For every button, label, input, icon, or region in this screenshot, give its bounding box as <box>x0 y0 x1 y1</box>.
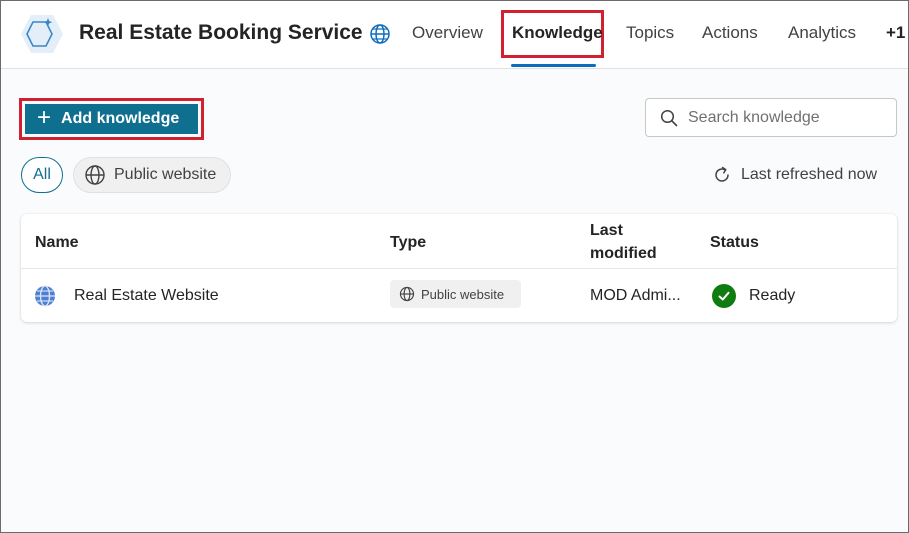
tab-knowledge[interactable]: Knowledge <box>512 23 603 43</box>
filter-all[interactable]: All <box>21 157 63 193</box>
column-header-modified-line1: Last <box>590 222 623 239</box>
tab-overview[interactable]: Overview <box>412 23 483 43</box>
globe-icon <box>85 165 105 185</box>
tab-overflow[interactable]: +1 <box>886 23 905 43</box>
add-knowledge-button[interactable]: + Add knowledge <box>25 104 198 134</box>
globe-icon <box>35 285 55 307</box>
filter-all-label: All <box>33 166 51 183</box>
refresh-label: Last refreshed now <box>741 166 878 183</box>
search-box[interactable] <box>645 98 897 137</box>
column-header-modified[interactable]: Last modified <box>590 219 657 265</box>
refresh-icon <box>715 166 729 182</box>
row-name[interactable]: Real Estate Website <box>74 287 219 305</box>
tab-topics[interactable]: Topics <box>626 23 674 43</box>
add-knowledge-label: Add knowledge <box>61 110 180 127</box>
checkmark-icon <box>712 284 736 308</box>
type-badge: Public website <box>390 280 521 308</box>
active-tab-indicator <box>511 64 596 67</box>
app-window: Real Estate Booking Service Overview Kno… <box>0 0 909 533</box>
filter-public-website[interactable]: Public website <box>73 157 231 193</box>
column-header-type[interactable]: Type <box>390 231 426 254</box>
filter-public-website-label: Public website <box>114 166 217 183</box>
column-header-status[interactable]: Status <box>710 231 759 254</box>
copilot-agent-icon <box>21 15 63 53</box>
search-icon <box>660 109 678 126</box>
column-header-modified-line2: modified <box>590 245 657 262</box>
column-header-name[interactable]: Name <box>35 231 79 254</box>
type-label: Public website <box>421 286 505 302</box>
refresh-button[interactable]: Last refreshed now <box>712 165 877 185</box>
plus-icon: + <box>37 104 52 131</box>
tab-analytics[interactable]: Analytics <box>788 23 856 43</box>
row-modified: MOD Admi... <box>590 287 681 304</box>
globe-icon[interactable] <box>369 23 391 45</box>
status-label: Ready <box>749 287 796 304</box>
header-divider <box>21 268 897 269</box>
header-bar: Real Estate Booking Service Overview Kno… <box>1 1 908 69</box>
app-title: Real Estate Booking Service <box>79 21 363 44</box>
knowledge-table: Name Type Last modified Status Real Esta… <box>21 214 897 322</box>
search-input[interactable] <box>688 108 888 127</box>
globe-icon <box>399 286 415 302</box>
tab-actions[interactable]: Actions <box>702 23 758 43</box>
